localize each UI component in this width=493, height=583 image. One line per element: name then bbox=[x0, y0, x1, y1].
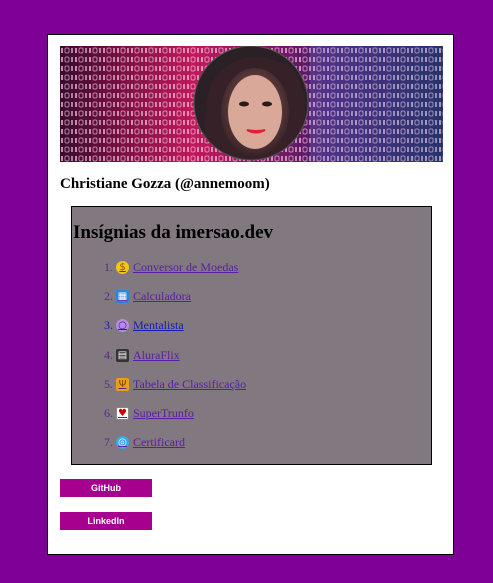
github-button[interactable]: GitHub bbox=[60, 479, 152, 497]
badge-item-aluraflix: 4. ▤ AluraFlix bbox=[104, 348, 246, 377]
badge-item-calculadora: 2. ▦ Calculadora bbox=[104, 289, 246, 318]
badge-item-tabela: 5. Ψ Tabela de Classificação bbox=[104, 377, 246, 406]
clapperboard-icon: ▤ bbox=[116, 348, 129, 362]
badge-item-supertrunfo: 6. ♥ SuperTrunfo bbox=[104, 406, 246, 435]
list-number: 5. bbox=[104, 376, 113, 391]
profile-name: Christiane Gozza (@annemoom) bbox=[60, 176, 270, 192]
badge-label: Conversor de Moedas bbox=[133, 260, 239, 274]
list-number: 1. bbox=[104, 260, 113, 274]
badge-item-mentalista: 3. ○ Mentalista bbox=[104, 318, 246, 347]
badge-label: AluraFlix bbox=[133, 347, 180, 362]
badges-title: Insígnias da imersao.dev bbox=[73, 222, 274, 243]
profile-banner bbox=[60, 46, 443, 162]
trophy-icon: Ψ bbox=[116, 377, 129, 391]
badge-label: Certificard bbox=[133, 435, 185, 450]
playing-card-icon: ♥ bbox=[116, 406, 129, 420]
badge-label: Mentalista bbox=[133, 318, 184, 333]
badge-link-aluraflix[interactable]: ▤ AluraFlix bbox=[116, 348, 180, 363]
badge-link-conversor[interactable]: $ Conversor de Moedas bbox=[116, 260, 238, 275]
list-number: 2. bbox=[104, 289, 113, 304]
badge-label: SuperTrunfo bbox=[133, 405, 194, 420]
list-number: 3. bbox=[104, 318, 113, 333]
linkedin-button[interactable]: LinkedIn bbox=[60, 512, 152, 530]
badge-item-certificard: 7. ◎ Certificard bbox=[104, 435, 246, 464]
badge-label: Calculadora bbox=[133, 289, 191, 304]
calculator-icon: ▦ bbox=[116, 290, 129, 304]
badge-label: Tabela de Classificação bbox=[133, 376, 247, 391]
medal-icon: $ bbox=[116, 261, 129, 274]
badge-link-mentalista[interactable]: ○ Mentalista bbox=[116, 318, 184, 333]
list-number: 6. bbox=[104, 405, 113, 420]
badge-link-tabela[interactable]: Ψ Tabela de Classificação bbox=[116, 377, 246, 392]
badge-link-supertrunfo[interactable]: ♥ SuperTrunfo bbox=[116, 406, 194, 421]
list-number: 4. bbox=[104, 347, 113, 362]
badges-panel: Insígnias da imersao.dev 1. $ Conversor … bbox=[71, 206, 432, 465]
globe-icon: ◎ bbox=[116, 436, 129, 450]
profile-card: Christiane Gozza (@annemoom) Insígnias d… bbox=[47, 34, 454, 555]
badges-list: 1. $ Conversor de Moedas 2. ▦ Calculador… bbox=[72, 260, 246, 464]
badge-link-calculadora[interactable]: ▦ Calculadora bbox=[116, 289, 191, 304]
crystal-ball-icon: ○ bbox=[116, 319, 129, 333]
badge-link-certificard[interactable]: ◎ Certificard bbox=[116, 435, 185, 450]
binary-code-banner-image bbox=[60, 46, 443, 162]
badge-item-conversor: 1. $ Conversor de Moedas bbox=[104, 260, 246, 289]
list-number: 7. bbox=[104, 435, 113, 450]
